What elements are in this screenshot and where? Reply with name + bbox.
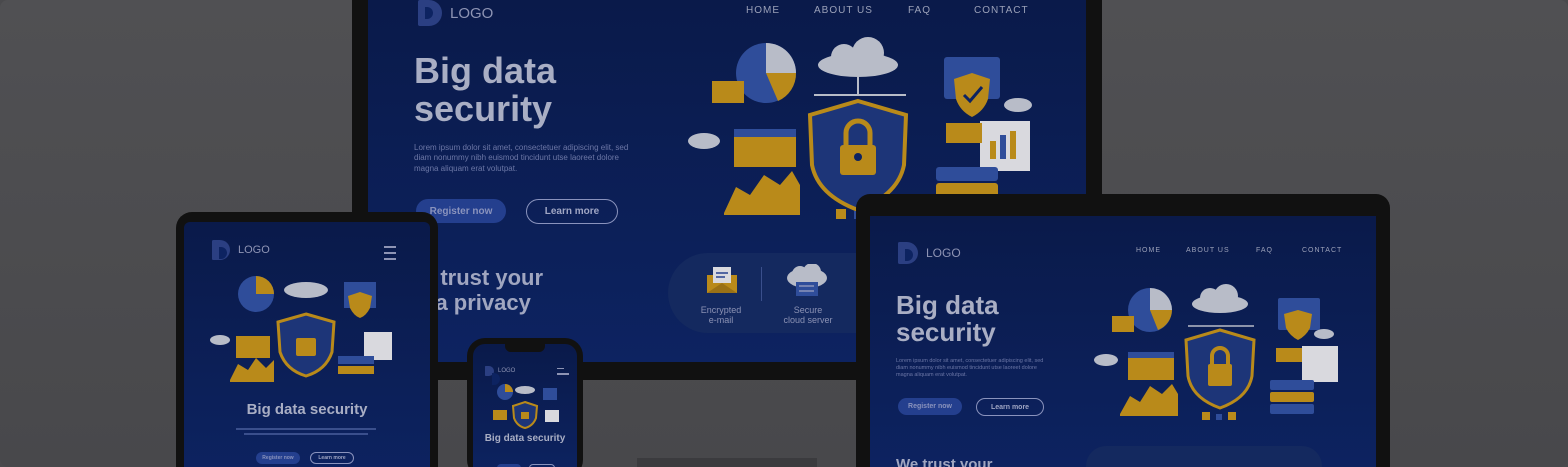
phone-hero-title: Big data security (484, 433, 566, 444)
laptop-trust-heading: We trust your (896, 456, 993, 467)
nav-about[interactable]: ABOUT US (814, 5, 873, 16)
feature-server-line2: cloud server (783, 315, 833, 325)
background: LOGO HOME ABOUT US FAQ CONTACT Big data … (0, 0, 1568, 467)
nav-contact[interactable]: CONTACT (974, 5, 1029, 16)
laptop-nav-faq[interactable]: FAQ (1256, 247, 1273, 254)
laptop-nav-home[interactable]: HOME (1136, 247, 1161, 254)
tablet-illustration (210, 276, 392, 382)
logo-text: LOGO (450, 4, 494, 22)
feature-server: Secure cloud server (768, 305, 848, 325)
phone-illustration (493, 384, 559, 430)
tablet-paragraph-placeholder (236, 428, 376, 430)
learn-more-button[interactable]: Learn more (526, 199, 618, 224)
laptop-hero-title: Big data security (896, 290, 999, 348)
feature-email-line1: Encrypted (700, 305, 742, 315)
laptop-hero-paragraph: Lorem ipsum dolor sit amet, consectetuer… (896, 358, 1056, 379)
envelope-icon (707, 267, 737, 293)
hero-paragraph-line1: Lorem ipsum dolor sit amet, consectetuer… (414, 143, 629, 152)
laptop: LOGO HOME ABOUT US FAQ CONTACT Big data … (856, 194, 1390, 467)
tablet-screen: LOGO Big data security Register now Lear… (184, 222, 430, 467)
logo-mark-icon (212, 240, 230, 260)
tablet-logo[interactable]: LOGO (212, 240, 270, 260)
tablet-learn-more-button[interactable]: Learn more (310, 452, 354, 464)
laptop-feature-panel (1086, 446, 1322, 467)
laptop-hero-paragraph-line1: Lorem ipsum dolor sit amet, consectetuer… (896, 358, 1044, 364)
hero-title: Big data security (414, 52, 556, 128)
laptop-nav-contact[interactable]: CONTACT (1302, 247, 1342, 254)
laptop-register-button[interactable]: Register now (898, 398, 962, 415)
desktop-logo[interactable]: LOGO (418, 0, 493, 26)
logo-text: LOGO (498, 368, 516, 374)
laptop-screen: LOGO HOME ABOUT US FAQ CONTACT Big data … (870, 216, 1376, 467)
nav-faq[interactable]: FAQ (908, 5, 931, 16)
hero-title-line1: Big data (414, 50, 557, 91)
laptop-illustration (1094, 284, 1338, 420)
hero-paragraph: Lorem ipsum dolor sit amet, consectetuer… (414, 143, 634, 174)
phone-logo[interactable]: LOGO (485, 366, 516, 385)
phone: LOGO Big data security (467, 338, 583, 467)
hero-paragraph-line2: diam nonummy nibh euismod tincidunt utse… (414, 153, 620, 163)
tablet-register-button[interactable]: Register now (256, 452, 300, 464)
feature-server-line1: Secure (793, 305, 823, 315)
tablet: LOGO Big data security Register now Lear… (176, 212, 438, 467)
tablet-hero-title: Big data security (246, 401, 368, 418)
trust-line1: e trust your (422, 265, 544, 290)
logo-mark-icon (485, 366, 500, 385)
cloud-server-icon (787, 264, 827, 296)
feature-email: Encrypted e-mail (690, 305, 752, 325)
logo-text: LOGO (926, 246, 961, 260)
hero-title-line2: security (414, 87, 553, 129)
phone-notch (505, 344, 545, 352)
phone-menu-icon[interactable] (557, 368, 569, 375)
feature-email-line2: e-mail (708, 315, 734, 325)
trust-line2: ita privacy (422, 290, 531, 316)
tablet-paragraph-placeholder-2 (244, 433, 368, 435)
logo-mark-icon (418, 0, 442, 26)
monitor-stand (637, 458, 817, 467)
hero-paragraph-line3: magna aliquam erat volutpat. (414, 163, 518, 173)
menu-icon[interactable] (384, 246, 396, 260)
feature-divider (761, 267, 762, 301)
laptop-learn-more-button[interactable]: Learn more (976, 398, 1044, 416)
phone-screen: LOGO Big data security (473, 344, 577, 467)
laptop-hero-title-line2: security (896, 317, 996, 348)
laptop-hero-title-line1: Big data (896, 290, 999, 320)
laptop-hero-paragraph-line3: magna aliquam erat volutpat. (896, 372, 967, 379)
nav-home[interactable]: HOME (746, 5, 780, 16)
laptop-hero-paragraph-line2: diam nonummy nibh euismod tincidunt utse… (896, 365, 1037, 372)
logo-mark-icon (898, 242, 918, 264)
trust-heading: e trust your ita privacy (422, 265, 543, 316)
logo-text: LOGO (238, 244, 270, 256)
laptop-logo[interactable]: LOGO (898, 242, 961, 264)
laptop-nav-about[interactable]: ABOUT US (1186, 247, 1230, 254)
